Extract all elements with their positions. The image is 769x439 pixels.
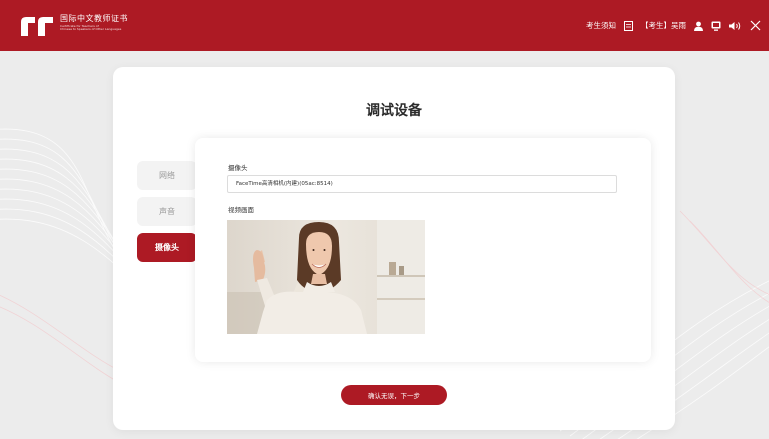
page-title: 调试设备 [366,103,422,119]
logo-subtitle-line2: Chinese to Speakers of Other Languages [60,27,122,31]
exam-notice-link[interactable]: 考生须知 [586,20,616,31]
camera-label: 摄像头 [228,164,248,172]
camera-panel: 摄像头 FaceTime高清相机(内建)(05ac:8514) 视频画面 [195,138,651,362]
display-icon[interactable] [711,21,721,31]
next-step-button[interactable]: 确认无误，下一步 [341,385,447,405]
tab-sound[interactable]: 声音 [137,197,197,226]
header-actions: 考生须知 【考生】吴雨 [578,0,761,51]
document-icon[interactable] [624,20,633,31]
device-test-card: 调试设备 网络 声音 摄像头 摄像头 FaceTime高清相机(内建)(05ac… [113,67,675,430]
logo-mark-icon [21,17,53,36]
tab-network[interactable]: 网络 [137,161,197,190]
tab-camera[interactable]: 摄像头 [137,233,197,262]
candidate-label: 【考生】吴雨 [641,21,686,30]
speaker-icon[interactable] [729,21,742,31]
preview-label: 视频画面 [228,206,254,214]
top-header: 国际中文教师证书 Certificate for Teachers of Chi… [0,0,769,51]
logo-text: 国际中文教师证书 Certificate for Teachers of Chi… [60,15,128,31]
close-icon[interactable] [750,20,761,31]
device-tabs: 网络 声音 摄像头 [137,161,197,269]
camera-select[interactable]: FaceTime高清相机(内建)(05ac:8514) [227,175,617,193]
camera-preview-video [227,220,425,334]
user-icon [694,21,703,31]
logo-title: 国际中文教师证书 [60,14,128,23]
